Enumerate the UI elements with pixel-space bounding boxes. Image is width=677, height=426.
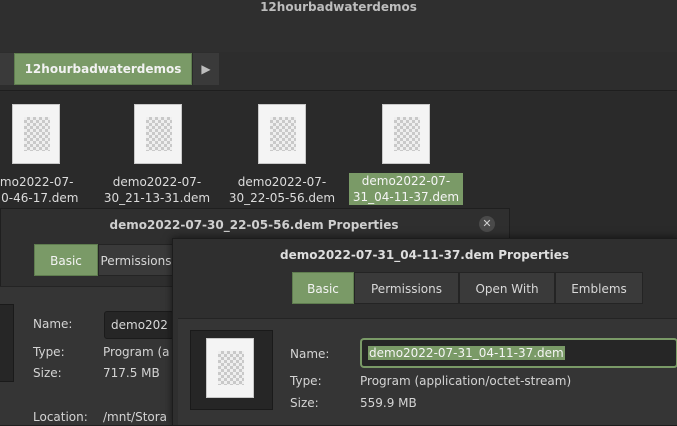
file-thumbnail-icon bbox=[146, 117, 172, 151]
path-forward-button[interactable]: ▶ bbox=[192, 53, 219, 85]
file-name[interactable]: demo2022-07- 30_22-05-56.dem bbox=[227, 174, 337, 206]
file-name-line: 30_22-05-56.dem bbox=[228, 191, 336, 205]
close-icon[interactable]: ✕ bbox=[479, 216, 495, 232]
file-name-line: 30_21-13-31.dem bbox=[103, 191, 211, 205]
tab-basic[interactable]: Basic bbox=[292, 272, 354, 304]
size-label: Size: bbox=[33, 366, 62, 380]
file-name-line: emo2022-07- bbox=[0, 175, 74, 189]
file-icon[interactable] bbox=[12, 104, 60, 164]
tab-emblems[interactable]: Emblems bbox=[555, 272, 643, 304]
file-icon[interactable] bbox=[134, 104, 182, 164]
size-value: 559.9 MB bbox=[360, 396, 417, 410]
file-name-line: demo2022-07- bbox=[361, 174, 451, 188]
name-field[interactable]: demo202 bbox=[104, 311, 174, 339]
tab-open-with[interactable]: Open With bbox=[459, 272, 555, 304]
file-name-selected[interactable]: demo2022-07- 31_04-11-37.dem bbox=[349, 173, 463, 205]
file-name-line: 31_04-11-37.dem bbox=[352, 190, 460, 204]
file-preview-frame bbox=[0, 304, 14, 382]
tab-permissions[interactable]: Permissions bbox=[98, 244, 174, 276]
location-label: Location: bbox=[33, 410, 88, 424]
size-value: 717.5 MB bbox=[103, 366, 160, 380]
path-crumb-label: 12hourbadwaterdemos bbox=[24, 62, 182, 76]
file-thumbnail-icon bbox=[24, 117, 50, 151]
type-label: Type: bbox=[290, 374, 322, 388]
type-label: Type: bbox=[33, 345, 65, 359]
type-value: Program (application/octet-stream) bbox=[360, 374, 572, 388]
file-thumbnail-icon bbox=[270, 117, 296, 151]
chevron-right-icon: ▶ bbox=[201, 62, 211, 76]
file-thumbnail-icon bbox=[218, 351, 244, 385]
path-crumb-current[interactable]: 12hourbadwaterdemos bbox=[14, 53, 192, 85]
name-label: Name: bbox=[33, 317, 73, 331]
file-preview-icon bbox=[206, 338, 254, 398]
name-field[interactable]: demo2022-07-31_04-11-37.dem bbox=[361, 339, 677, 367]
size-label: Size: bbox=[290, 396, 319, 410]
file-name-line: demo2022-07- bbox=[237, 175, 327, 189]
name-label: Name: bbox=[290, 347, 330, 361]
dialog-title: demo2022-07-30_22-05-56.dem Properties bbox=[109, 218, 399, 232]
type-value: Program (a bbox=[103, 345, 170, 359]
name-field-selected-text: demo2022-07-31_04-11-37.dem bbox=[368, 346, 565, 360]
tab-basic[interactable]: Basic bbox=[34, 244, 98, 276]
file-name[interactable]: emo2022-07- _20-46-17.dem bbox=[0, 174, 88, 206]
location-value: /mnt/Stora bbox=[103, 410, 168, 424]
file-icon[interactable] bbox=[258, 104, 306, 164]
tab-permissions[interactable]: Permissions bbox=[354, 272, 459, 304]
window-title: 12hourbadwaterdemos bbox=[260, 0, 417, 14]
file-thumbnail-icon bbox=[394, 117, 420, 151]
file-icon-selected[interactable] bbox=[382, 104, 430, 164]
file-name-line: _20-46-17.dem bbox=[0, 191, 79, 205]
path-back-segment[interactable] bbox=[0, 53, 14, 85]
dialog-title: demo2022-07-31_04-11-37.dem Properties bbox=[280, 248, 569, 262]
file-name[interactable]: demo2022-07- 30_21-13-31.dem bbox=[102, 174, 212, 206]
file-name-line: demo2022-07- bbox=[112, 175, 202, 189]
